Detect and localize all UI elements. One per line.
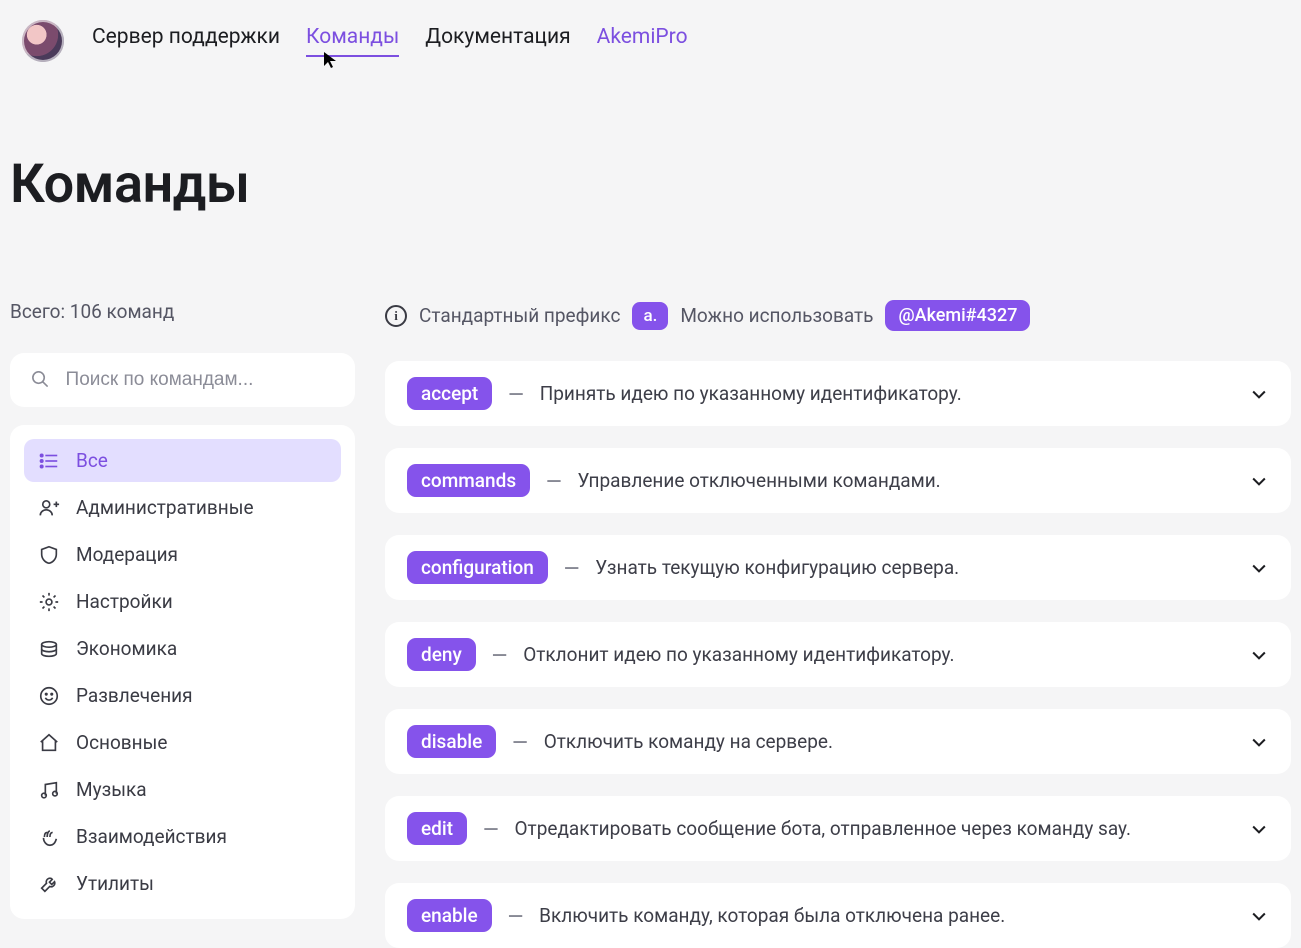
command-description: Отредактировать сообщение бота, отправле…	[514, 817, 1233, 840]
info-icon: i	[385, 305, 407, 327]
sidebar-item-label: Взаимодействия	[76, 825, 227, 848]
category-sidebar: Все Административные Модерация Настройки	[10, 425, 355, 919]
chevron-down-icon	[1249, 645, 1269, 665]
sidebar-item-label: Настройки	[76, 590, 173, 613]
sidebar-item-fun[interactable]: Развлечения	[24, 674, 341, 717]
sidebar-item-label: Административные	[76, 496, 254, 519]
dash-separator: —	[508, 382, 523, 406]
chevron-down-icon	[1249, 471, 1269, 491]
sidebar-item-label: Музыка	[76, 778, 147, 801]
command-name-badge: accept	[407, 377, 492, 410]
search-input[interactable]	[64, 368, 335, 392]
chevron-down-icon	[1249, 558, 1269, 578]
chevron-down-icon	[1249, 819, 1269, 839]
admin-icon	[38, 497, 60, 519]
prefix-label: Стандартный префикс	[419, 304, 620, 327]
command-description: Отключить команду на сервере.	[544, 730, 1233, 753]
command-name-badge: deny	[407, 638, 476, 671]
command-description: Управление отключенными командами.	[578, 469, 1233, 492]
smile-icon	[38, 685, 60, 707]
command-description: Принять идею по указанному идентификатор…	[540, 382, 1233, 405]
command-name-badge: commands	[407, 464, 530, 497]
shield-icon	[38, 544, 60, 566]
dash-separator: —	[564, 556, 579, 580]
sidebar-item-interactions[interactable]: Взаимодействия	[24, 815, 341, 858]
sidebar-item-core[interactable]: Основные	[24, 721, 341, 764]
command-description: Узнать текущую конфигурацию сервера.	[595, 556, 1233, 579]
nav-link-support[interactable]: Сервер поддержки	[92, 25, 280, 55]
sidebar-item-label: Развлечения	[76, 684, 193, 707]
sidebar-item-music[interactable]: Музыка	[24, 768, 341, 811]
command-row[interactable]: configuration — Узнать текущую конфигура…	[385, 535, 1291, 600]
command-row[interactable]: commands — Управление отключенными коман…	[385, 448, 1291, 513]
prefix-info-row: i Стандартный префикс a. Можно использов…	[385, 300, 1291, 331]
dash-separator: —	[546, 469, 561, 493]
bot-avatar[interactable]	[22, 20, 64, 62]
dash-separator: —	[512, 730, 527, 754]
search-icon	[30, 369, 50, 391]
command-row[interactable]: accept — Принять идею по указанному иден…	[385, 361, 1291, 426]
mention-chip[interactable]: @Akemi#4327	[885, 300, 1030, 331]
command-name-badge: edit	[407, 812, 467, 845]
main-nav: Сервер поддержки Команды Документация Ak…	[92, 25, 688, 57]
sidebar-item-settings[interactable]: Настройки	[24, 580, 341, 623]
nav-link-commands[interactable]: Команды	[306, 25, 399, 57]
sidebar-item-label: Утилиты	[76, 872, 154, 895]
dash-separator: —	[492, 643, 507, 667]
command-name-badge: disable	[407, 725, 496, 758]
command-name-badge: configuration	[407, 551, 548, 584]
home-icon	[38, 732, 60, 754]
total-count-label: Всего: 106 команд	[10, 300, 355, 323]
command-row[interactable]: disable — Отключить команду на сервере.	[385, 709, 1291, 774]
command-name-badge: enable	[407, 899, 492, 932]
chevron-down-icon	[1249, 906, 1269, 926]
prefix-value-chip: a.	[632, 302, 668, 330]
sidebar-item-admin[interactable]: Административные	[24, 486, 341, 529]
command-description: Включить команду, которая была отключена…	[539, 904, 1233, 927]
sidebar-item-economy[interactable]: Экономика	[24, 627, 341, 670]
dash-separator: —	[483, 817, 498, 841]
command-list: accept — Принять идею по указанному иден…	[385, 361, 1291, 948]
sidebar-item-utilities[interactable]: Утилиты	[24, 862, 341, 905]
wave-icon	[38, 826, 60, 848]
coins-icon	[38, 638, 60, 660]
command-row[interactable]: enable — Включить команду, которая была …	[385, 883, 1291, 948]
chevron-down-icon	[1249, 384, 1269, 404]
command-search[interactable]	[10, 353, 355, 407]
command-row[interactable]: deny — Отклонит идею по указанному идент…	[385, 622, 1291, 687]
wrench-icon	[38, 873, 60, 895]
page-title: Команды	[0, 98, 1301, 216]
command-description: Отклонит идею по указанному идентификато…	[523, 643, 1233, 666]
can-use-label: Можно использовать	[680, 304, 873, 327]
sidebar-item-label: Все	[76, 449, 108, 472]
sidebar-item-label: Модерация	[76, 543, 178, 566]
chevron-down-icon	[1249, 732, 1269, 752]
sidebar-item-all[interactable]: Все	[24, 439, 341, 482]
sidebar-item-label: Основные	[76, 731, 167, 754]
sidebar-item-moderation[interactable]: Модерация	[24, 533, 341, 576]
command-row[interactable]: edit — Отредактировать сообщение бота, о…	[385, 796, 1291, 861]
music-icon	[38, 779, 60, 801]
nav-link-pro[interactable]: AkemiPro	[597, 25, 688, 55]
dash-separator: —	[508, 904, 523, 928]
nav-link-docs[interactable]: Документация	[425, 25, 570, 55]
sidebar-item-label: Экономика	[76, 637, 177, 660]
list-icon	[38, 450, 60, 472]
gear-icon	[38, 591, 60, 613]
